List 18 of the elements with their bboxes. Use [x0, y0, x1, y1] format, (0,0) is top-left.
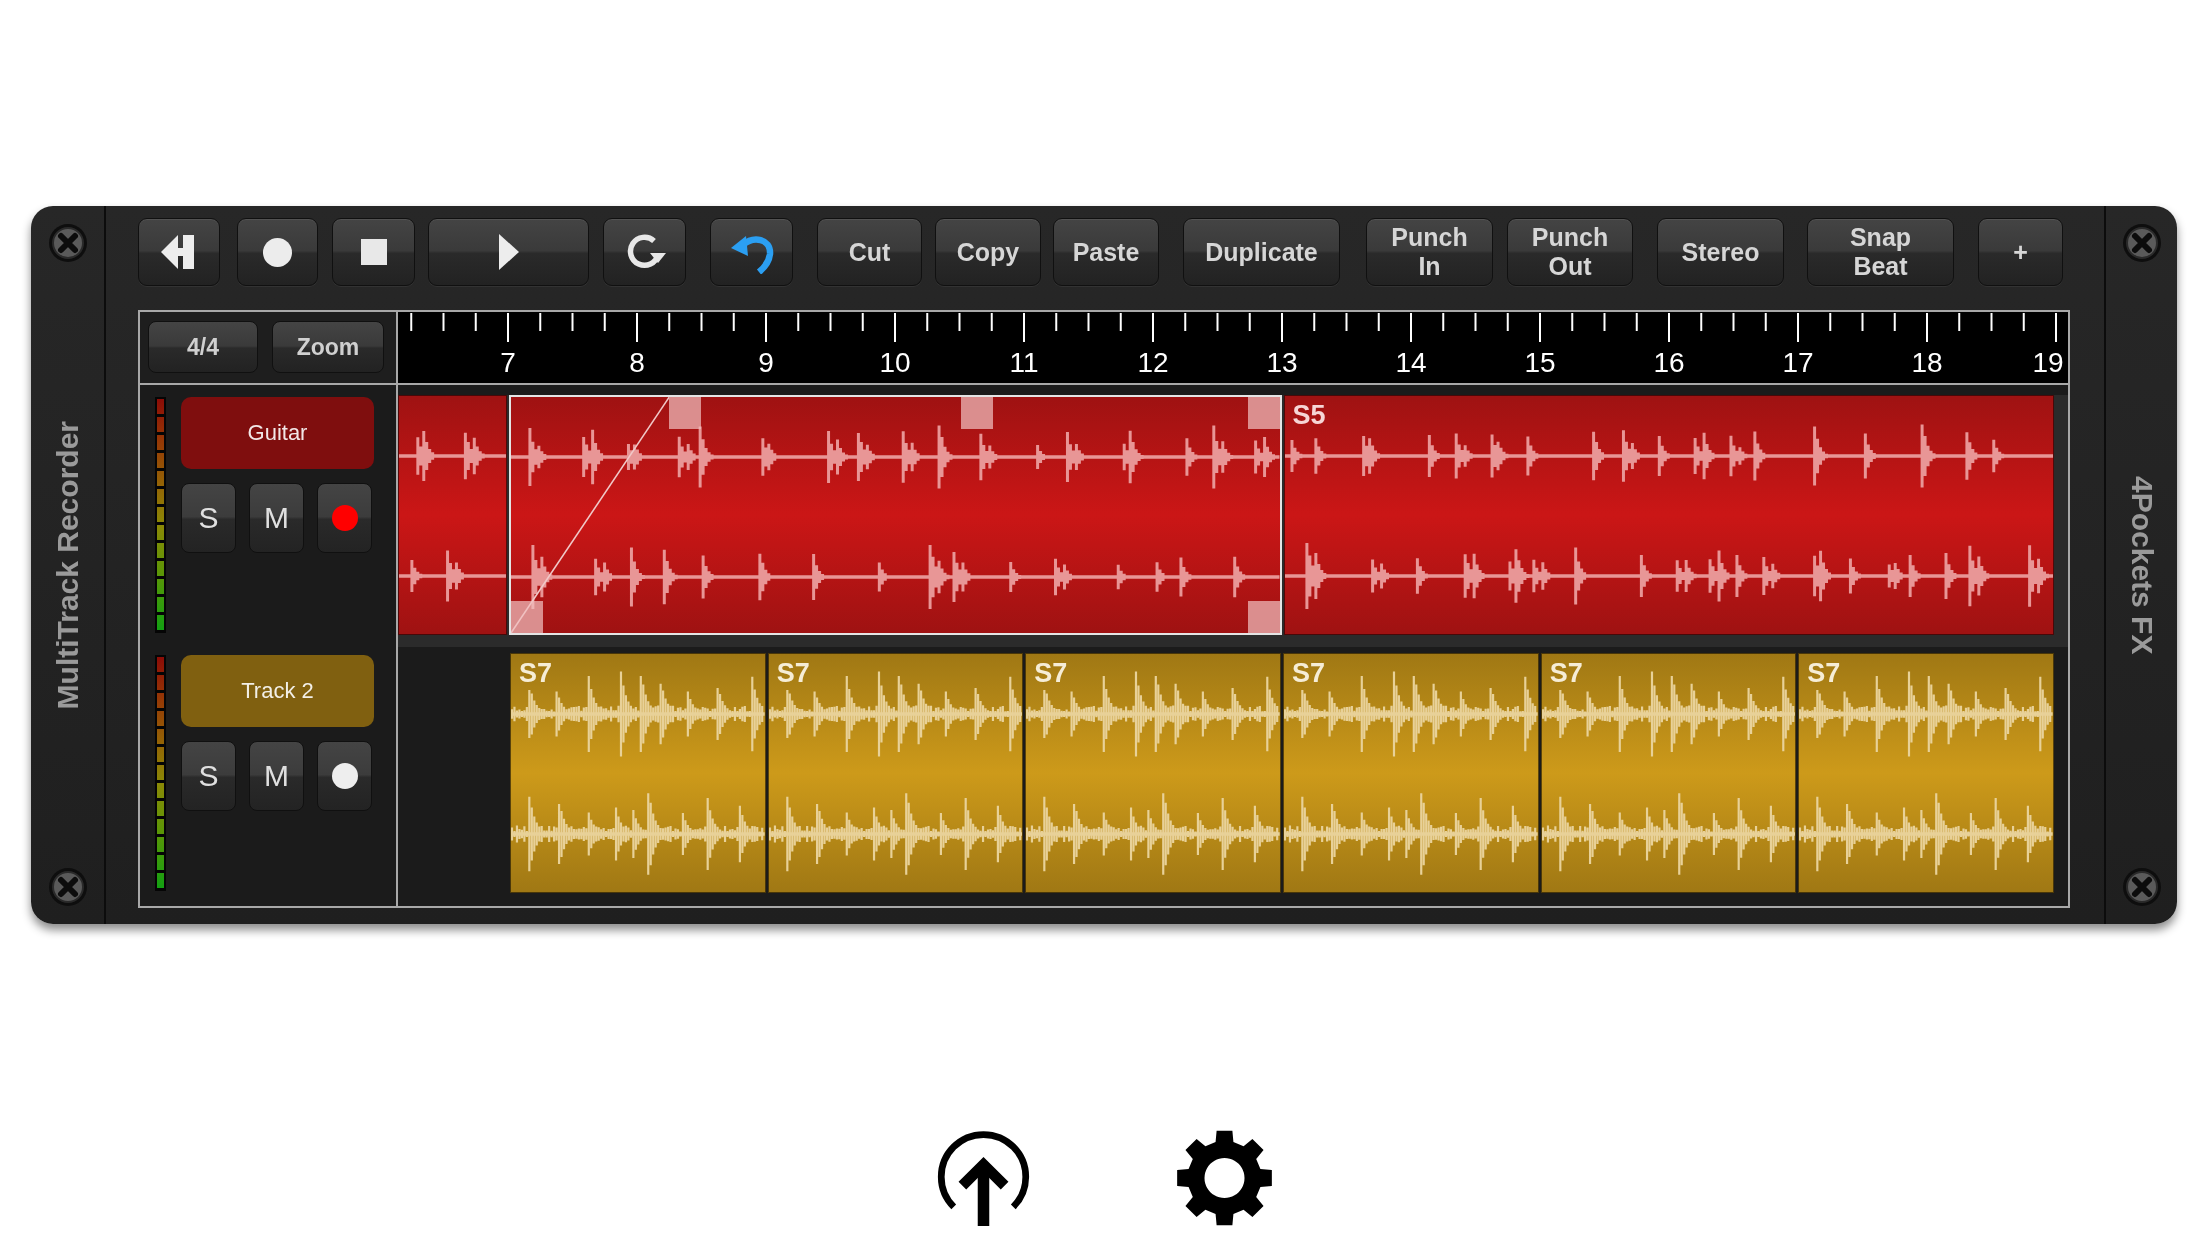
clip-label: S7	[1807, 660, 1841, 687]
bar-number: 11	[1009, 349, 1039, 377]
bar-number: 12	[1137, 349, 1169, 377]
bar-number: 14	[1395, 349, 1427, 377]
clip-label: S5	[1292, 402, 1326, 429]
bar-number: 17	[1782, 349, 1814, 377]
bar-number: 15	[1524, 349, 1556, 377]
bar-number: 8	[629, 349, 645, 377]
clip-label: S7	[519, 660, 553, 687]
bar-number: 7	[500, 349, 516, 377]
bar-number: 9	[758, 349, 774, 377]
brand-label: 4Pockets FX	[2126, 475, 2157, 655]
bar-number: 16	[1653, 349, 1685, 377]
bar-number: 13	[1266, 349, 1298, 377]
app-title: MultiTrack Recorder	[52, 420, 83, 710]
bar-number: 19	[2032, 349, 2064, 377]
bar-number: 18	[1911, 349, 1943, 377]
bar-number: 10	[879, 349, 911, 377]
